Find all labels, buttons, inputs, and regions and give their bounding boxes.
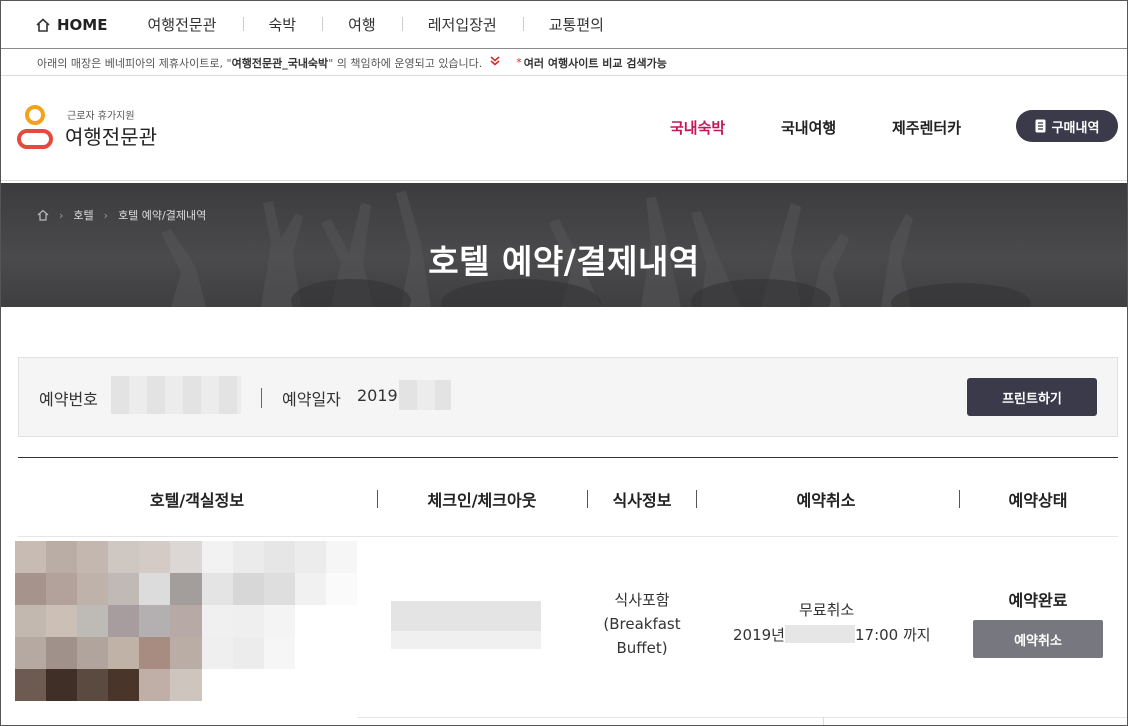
home-label: HOME xyxy=(57,15,108,34)
header-meal-info: 식사정보 xyxy=(612,491,672,510)
header-reservation-status: 예약상태 xyxy=(1008,491,1068,510)
header-cancellation: 예약취소 xyxy=(796,491,856,510)
header-hotel-room-info: 호텔/객실정보 xyxy=(149,491,245,510)
nav-item-leisure-ticket[interactable]: 레저입장권 xyxy=(401,14,523,35)
header-checkin-checkout: 체크인/체크아웃 xyxy=(427,491,537,510)
cancel-deadline-year: 2019년 xyxy=(733,626,785,644)
reservation-status: 예약완료 xyxy=(1008,591,1068,610)
home-link[interactable]: HOME xyxy=(35,16,107,34)
reservation-number-redacted xyxy=(111,376,241,414)
cancel-deadline-redacted xyxy=(784,625,855,643)
receipt-icon xyxy=(1035,119,1046,133)
brand-subtitle: 근로자 휴가지원 xyxy=(67,111,135,122)
menu-jeju-rentcar[interactable]: 제주렌터카 xyxy=(892,117,961,138)
menu-domestic-travel[interactable]: 국내여행 xyxy=(781,117,836,138)
breadcrumb-current[interactable]: 호텔 예약/결제내역 xyxy=(118,207,206,223)
home-icon xyxy=(36,17,50,32)
header-separator xyxy=(696,490,697,508)
header-bottom-border xyxy=(18,536,1118,537)
chevron-down-icon[interactable] xyxy=(490,56,500,69)
nav-item-transport[interactable]: 교통편의 xyxy=(522,14,630,35)
reservation-date-label: 예약일자 xyxy=(282,390,341,409)
brand-logo[interactable] xyxy=(17,105,53,151)
cancel-deadline: 2019년 17:00 까지 xyxy=(733,624,931,645)
nav-item-travel[interactable]: 여행 xyxy=(322,14,402,35)
reservation-summary: 예약번호 예약일자 2019. 프린트하기 xyxy=(18,357,1118,437)
chevron-right-icon: › xyxy=(59,208,64,222)
row-bottom-border xyxy=(357,717,1127,718)
menu-domestic-lodging[interactable]: 국내숙박 xyxy=(670,117,725,138)
breadcrumb: › 호텔 › 호텔 예약/결제내역 xyxy=(37,207,206,223)
header-separator xyxy=(587,490,588,508)
header-separator xyxy=(377,490,378,508)
brand-name[interactable]: 여행전문관 xyxy=(65,121,157,150)
row-cell-divider xyxy=(823,717,824,725)
nav-item-travel-hall[interactable]: 여행전문관 xyxy=(121,14,242,35)
cancel-reservation-button[interactable]: 예약취소 xyxy=(973,620,1103,658)
hotel-image-redacted[interactable] xyxy=(15,541,357,701)
reservation-number-label: 예약번호 xyxy=(39,390,98,409)
print-button[interactable]: 프린트하기 xyxy=(967,378,1097,416)
summary-divider xyxy=(261,388,262,408)
cancel-deadline-time: 17:00 까지 xyxy=(854,626,931,644)
meal-line-1: 식사포함 xyxy=(614,591,670,609)
reservation-date-value: 2019. xyxy=(357,386,403,405)
purchase-history-button[interactable]: 구매내역 xyxy=(1016,110,1118,142)
chevron-right-icon: › xyxy=(103,208,109,222)
breadcrumb-hotel[interactable]: 호텔 xyxy=(73,207,93,223)
notice-text-2: " 의 책임하에 운영되고 있습니다. xyxy=(328,56,483,70)
home-icon[interactable] xyxy=(37,209,49,221)
brand-header: 근로자 휴가지원 여행전문관 국내숙박 국내여행 제주렌터카 구매내역 xyxy=(1,77,1127,181)
header-separator xyxy=(959,490,960,508)
page-frame: HOME 여행전문관 숙박 여행 레저입장권 교통편의 아래의 매장은 베네피아… xyxy=(0,0,1128,726)
notice-bold: 여행전문관_국내숙박 xyxy=(231,56,329,70)
notice-text-1: 아래의 매장은 베네피아의 제휴사이트로, " xyxy=(37,56,232,70)
table-top-border xyxy=(18,457,1118,458)
reservation-date-redacted xyxy=(399,380,451,410)
meal-info: 식사포함 (Breakfast Buffet) xyxy=(597,588,687,660)
meal-line-2: (Breakfast xyxy=(603,615,681,633)
page-title: 호텔 예약/결제내역 xyxy=(428,242,700,281)
meal-line-3: Buffet) xyxy=(616,639,668,657)
logo-body xyxy=(17,129,53,149)
notice-star: * xyxy=(516,56,522,69)
purchase-history-label: 구매내역 xyxy=(1051,120,1100,136)
free-cancel-text: 무료취소 xyxy=(799,601,855,619)
logo-head xyxy=(25,105,45,125)
checkin-checkout-redacted xyxy=(391,601,541,649)
top-navigation: HOME 여행전문관 숙박 여행 레저입장권 교통편의 xyxy=(1,1,1127,49)
notice-compare: 여러 여행사이트 비교 검색가능 xyxy=(523,56,667,70)
nav-item-lodging[interactable]: 숙박 xyxy=(242,14,323,35)
page-banner: › 호텔 › 호텔 예약/결제내역 호텔 예약/결제내역 xyxy=(1,183,1127,307)
partner-notice: 아래의 매장은 베네피아의 제휴사이트로, " 여행전문관_국내숙박 " 의 책임하… xyxy=(1,50,1127,76)
